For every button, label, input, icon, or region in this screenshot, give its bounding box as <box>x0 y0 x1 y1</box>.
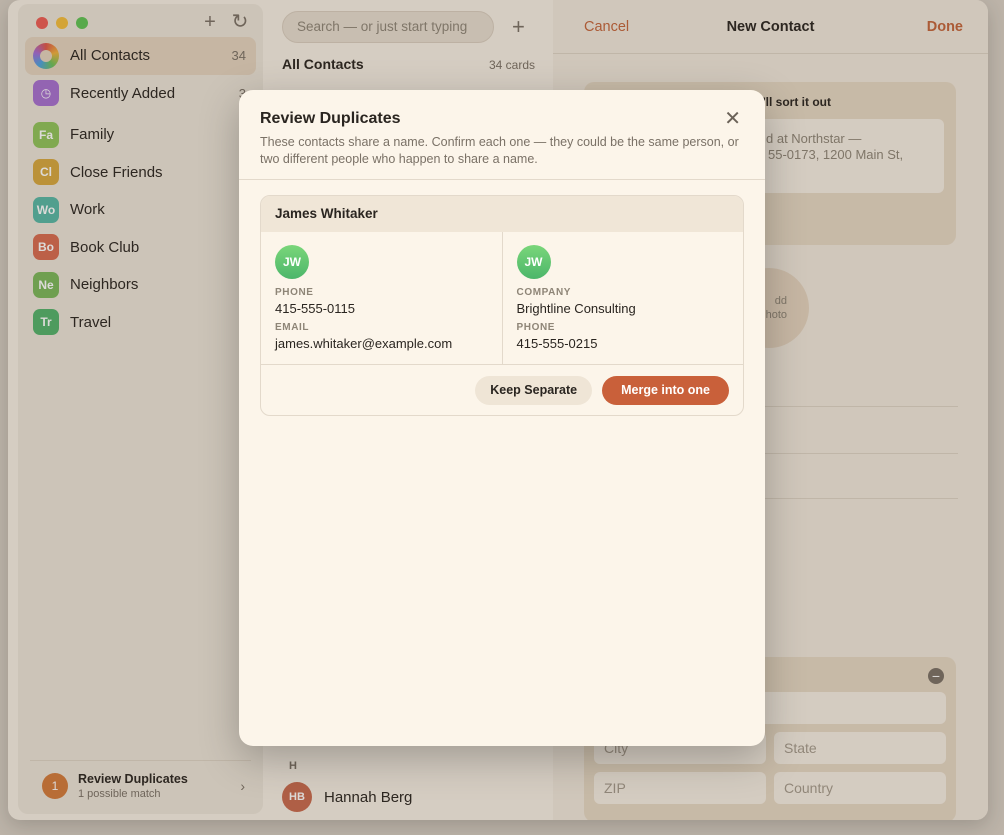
dialog-description: These contacts share a name. Confirm eac… <box>260 135 739 166</box>
dialog-title: Review Duplicates <box>260 110 401 127</box>
field-label: COMPANY <box>516 287 572 298</box>
review-duplicates-dialog: Review Duplicates ✕ These contacts share… <box>239 90 765 746</box>
duplicate-contact-right: JW COMPANY Brightline Consulting PHONE 4… <box>501 232 744 364</box>
field-value: 415-555-0215 <box>516 336 598 351</box>
field-label: PHONE <box>275 287 314 298</box>
duplicate-group-card: James Whitaker JW PHONE 415-555-0115 EMA… <box>260 195 744 416</box>
field-value: james.whitaker@example.com <box>275 336 453 351</box>
field-value: 415-555-0115 <box>275 301 355 316</box>
field-value: Brightline Consulting <box>516 301 636 316</box>
duplicate-group-name: James Whitaker <box>261 196 743 232</box>
field-label: PHONE <box>516 322 556 333</box>
divider <box>239 179 765 180</box>
avatar: JW <box>516 245 551 279</box>
keep-separate-button[interactable]: Keep Separate <box>475 375 593 405</box>
duplicate-contact-left: JW PHONE 415-555-0115 EMAIL james.whitak… <box>261 232 502 364</box>
duplicate-actions: Keep Separate Merge into one <box>261 365 743 415</box>
merge-button[interactable]: Merge into one <box>602 375 729 405</box>
close-icon[interactable]: ✕ <box>724 108 741 130</box>
avatar: JW <box>275 245 309 279</box>
field-label: EMAIL <box>275 322 310 333</box>
